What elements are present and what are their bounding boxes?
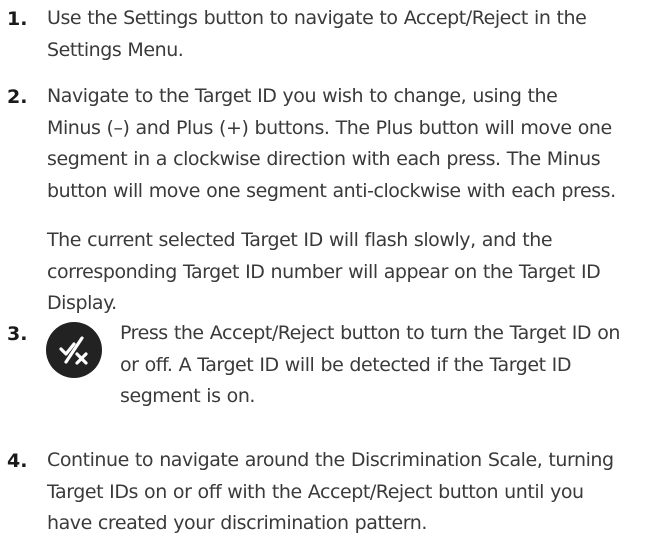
step-text: Continue to navigate around the Discrimi… xyxy=(47,445,647,540)
text-line: Display. xyxy=(47,292,117,314)
text-line: Minus (–) and Plus (+) buttons. The Plus… xyxy=(47,116,612,139)
step-number: 3. xyxy=(7,323,28,345)
text-line: Press the Accept/Reject button to turn t… xyxy=(120,322,620,344)
text-line: have created your discrimination pattern… xyxy=(47,512,427,534)
accept-reject-icon xyxy=(46,322,102,378)
text-line: Continue to navigate around the Discrimi… xyxy=(47,449,614,471)
text-line: Settings Menu. xyxy=(47,38,184,61)
step-number: 1. xyxy=(7,8,28,30)
step-text: Use the Settings button to navigate to A… xyxy=(47,3,647,66)
text-line: Navigate to the Target ID you wish to ch… xyxy=(47,85,558,107)
step-number: 4. xyxy=(7,450,28,472)
text-line: Target IDs on or off with the Accept/Rej… xyxy=(47,480,584,503)
text-line: corresponding Target ID number will appe… xyxy=(47,260,601,283)
text-line: Use the Settings button to navigate to A… xyxy=(47,7,587,29)
text-line: button will move one segment anti-clockw… xyxy=(47,179,616,202)
accept-reject-icon-graphic xyxy=(46,322,102,378)
step-number: 2. xyxy=(7,86,28,108)
instruction-list: 1. Use the Settings button to navigate t… xyxy=(0,0,651,545)
text-line: or off. A Target ID will be detected if … xyxy=(120,353,572,376)
step-text: Navigate to the Target ID you wish to ch… xyxy=(47,81,647,207)
step-text: Press the Accept/Reject button to turn t… xyxy=(120,318,650,413)
text-line: segment in a clockwise direction with ea… xyxy=(47,148,601,170)
step-note: The current selected Target ID will flas… xyxy=(47,225,647,320)
text-line: The current selected Target ID will flas… xyxy=(47,229,553,251)
text-line: segment is on. xyxy=(120,385,256,407)
